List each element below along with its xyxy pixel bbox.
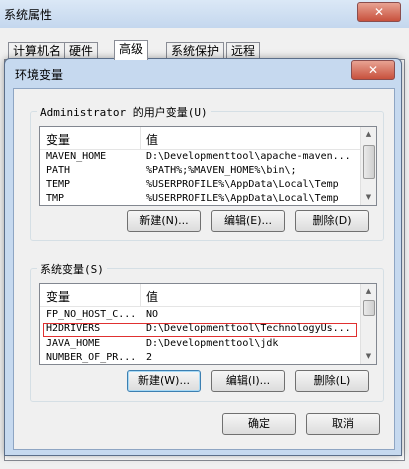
system-new-button[interactable]: 新建(W)... (127, 370, 201, 392)
dialog-body: Administrator 的用户变量(U) 变量 值 MAVEN_HOME D… (13, 88, 395, 450)
user-list-scrollbar[interactable]: ▲ ▼ (360, 127, 376, 205)
table-row[interactable]: H2DRIVERS D:\Developmenttool\TechnologyU… (40, 322, 360, 337)
user-col-name-header[interactable]: 变量 (46, 131, 70, 148)
system-var-name: FP_NO_HOST_C... (46, 309, 137, 320)
table-row[interactable]: NUMBER_OF_PR... 2 (40, 351, 360, 364)
system-var-value: D:\Developmenttool\TechnologyUs... (146, 323, 351, 334)
outer-window-titlebar[interactable]: 系统属性 ✕ (0, 0, 409, 28)
user-delete-button[interactable]: 删除(D) (295, 210, 369, 232)
table-row[interactable]: FP_NO_HOST_C... NO (40, 308, 360, 322)
user-variables-label: Administrator 的用户变量(U) (37, 104, 211, 120)
user-col-value-header[interactable]: 值 (146, 131, 158, 148)
system-var-value: 2 (146, 352, 153, 363)
system-variables-group: 系统变量(S) 变量 值 FP_NO_HOST_C... NO H2DRIVER… (30, 261, 384, 402)
system-delete-button[interactable]: 删除(L) (295, 370, 369, 392)
system-variables-label: 系统变量(S) (37, 261, 107, 277)
user-scroll-thumb[interactable] (363, 145, 375, 179)
system-col-value-header[interactable]: 值 (146, 288, 158, 305)
user-var-name: MAVEN_HOME (46, 151, 107, 162)
system-var-name: H2DRIVERS (46, 323, 101, 334)
user-var-name: TEMP (46, 179, 71, 190)
ok-button[interactable]: 确定 (222, 413, 296, 435)
tab-hardware[interactable]: 硬件 (64, 42, 99, 59)
scroll-up-icon[interactable]: ▲ (362, 128, 375, 141)
cancel-button[interactable]: 取消 (306, 413, 380, 435)
scroll-down-icon[interactable]: ▼ (362, 191, 375, 204)
system-var-value: NO (146, 309, 159, 320)
system-var-name: NUMBER_OF_PR... (46, 352, 137, 363)
user-var-name: PATH (46, 165, 71, 176)
user-var-value: %USERPROFILE%\AppData\Local\Temp (146, 193, 339, 204)
user-variables-group: Administrator 的用户变量(U) 变量 值 MAVEN_HOME D… (30, 104, 384, 241)
scroll-up-icon[interactable]: ▲ (362, 285, 375, 298)
user-var-value: %USERPROFILE%\AppData\Local\Temp (146, 179, 339, 190)
user-var-value: D:\Developmenttool\apache-maven... (146, 151, 351, 162)
user-col-separator[interactable] (140, 127, 141, 149)
system-col-separator[interactable] (140, 284, 141, 306)
system-col-name-header[interactable]: 变量 (46, 288, 70, 305)
table-row[interactable]: MAVEN_HOME D:\Developmenttool\apache-mav… (40, 150, 360, 164)
tab-computer-name[interactable]: 计算机名 (8, 42, 67, 59)
table-row[interactable]: PATH %PATH%;%MAVEN_HOME%\bin\; (40, 164, 360, 178)
user-variables-list[interactable]: 变量 值 MAVEN_HOME D:\Developmenttool\apach… (39, 126, 377, 206)
tab-advanced[interactable]: 高级 (114, 40, 149, 60)
tab-remote[interactable]: 远程 (226, 42, 261, 59)
table-row[interactable]: JAVA_HOME D:\Developmenttool\jdk (40, 337, 360, 351)
table-row[interactable]: TMP %USERPROFILE%\AppData\Local\Temp (40, 192, 360, 205)
dialog-title: 环境变量 (15, 68, 64, 82)
table-row[interactable]: TEMP %USERPROFILE%\AppData\Local\Temp (40, 178, 360, 192)
user-new-button[interactable]: 新建(N)... (127, 210, 201, 232)
user-edit-button[interactable]: 编辑(E)... (211, 210, 285, 232)
user-var-value: %PATH%;%MAVEN_HOME%\bin\; (146, 165, 297, 176)
environment-variables-dialog: 环境变量 ✕ Administrator 的用户变量(U) 变量 值 MAVEN… (4, 58, 402, 456)
user-var-name: TMP (46, 193, 65, 204)
system-list-scrollbar[interactable]: ▲ ▼ (360, 284, 376, 364)
system-variables-list[interactable]: 变量 值 FP_NO_HOST_C... NO H2DRIVERS D:\Dev… (39, 283, 377, 365)
system-var-value: D:\Developmenttool\jdk (146, 338, 279, 349)
outer-close-icon[interactable]: ✕ (357, 2, 401, 22)
system-variables-header: 变量 值 (40, 284, 360, 307)
system-var-name: JAVA_HOME (46, 338, 101, 349)
dialog-close-icon[interactable]: ✕ (351, 60, 395, 80)
system-edit-button[interactable]: 编辑(I)... (211, 370, 285, 392)
user-variables-header: 变量 值 (40, 127, 360, 150)
outer-window-title: 系统属性 (4, 8, 53, 22)
tab-system-protection[interactable]: 系统保护 (166, 42, 225, 59)
scroll-down-icon[interactable]: ▼ (362, 350, 375, 363)
system-scroll-thumb[interactable] (363, 300, 375, 316)
